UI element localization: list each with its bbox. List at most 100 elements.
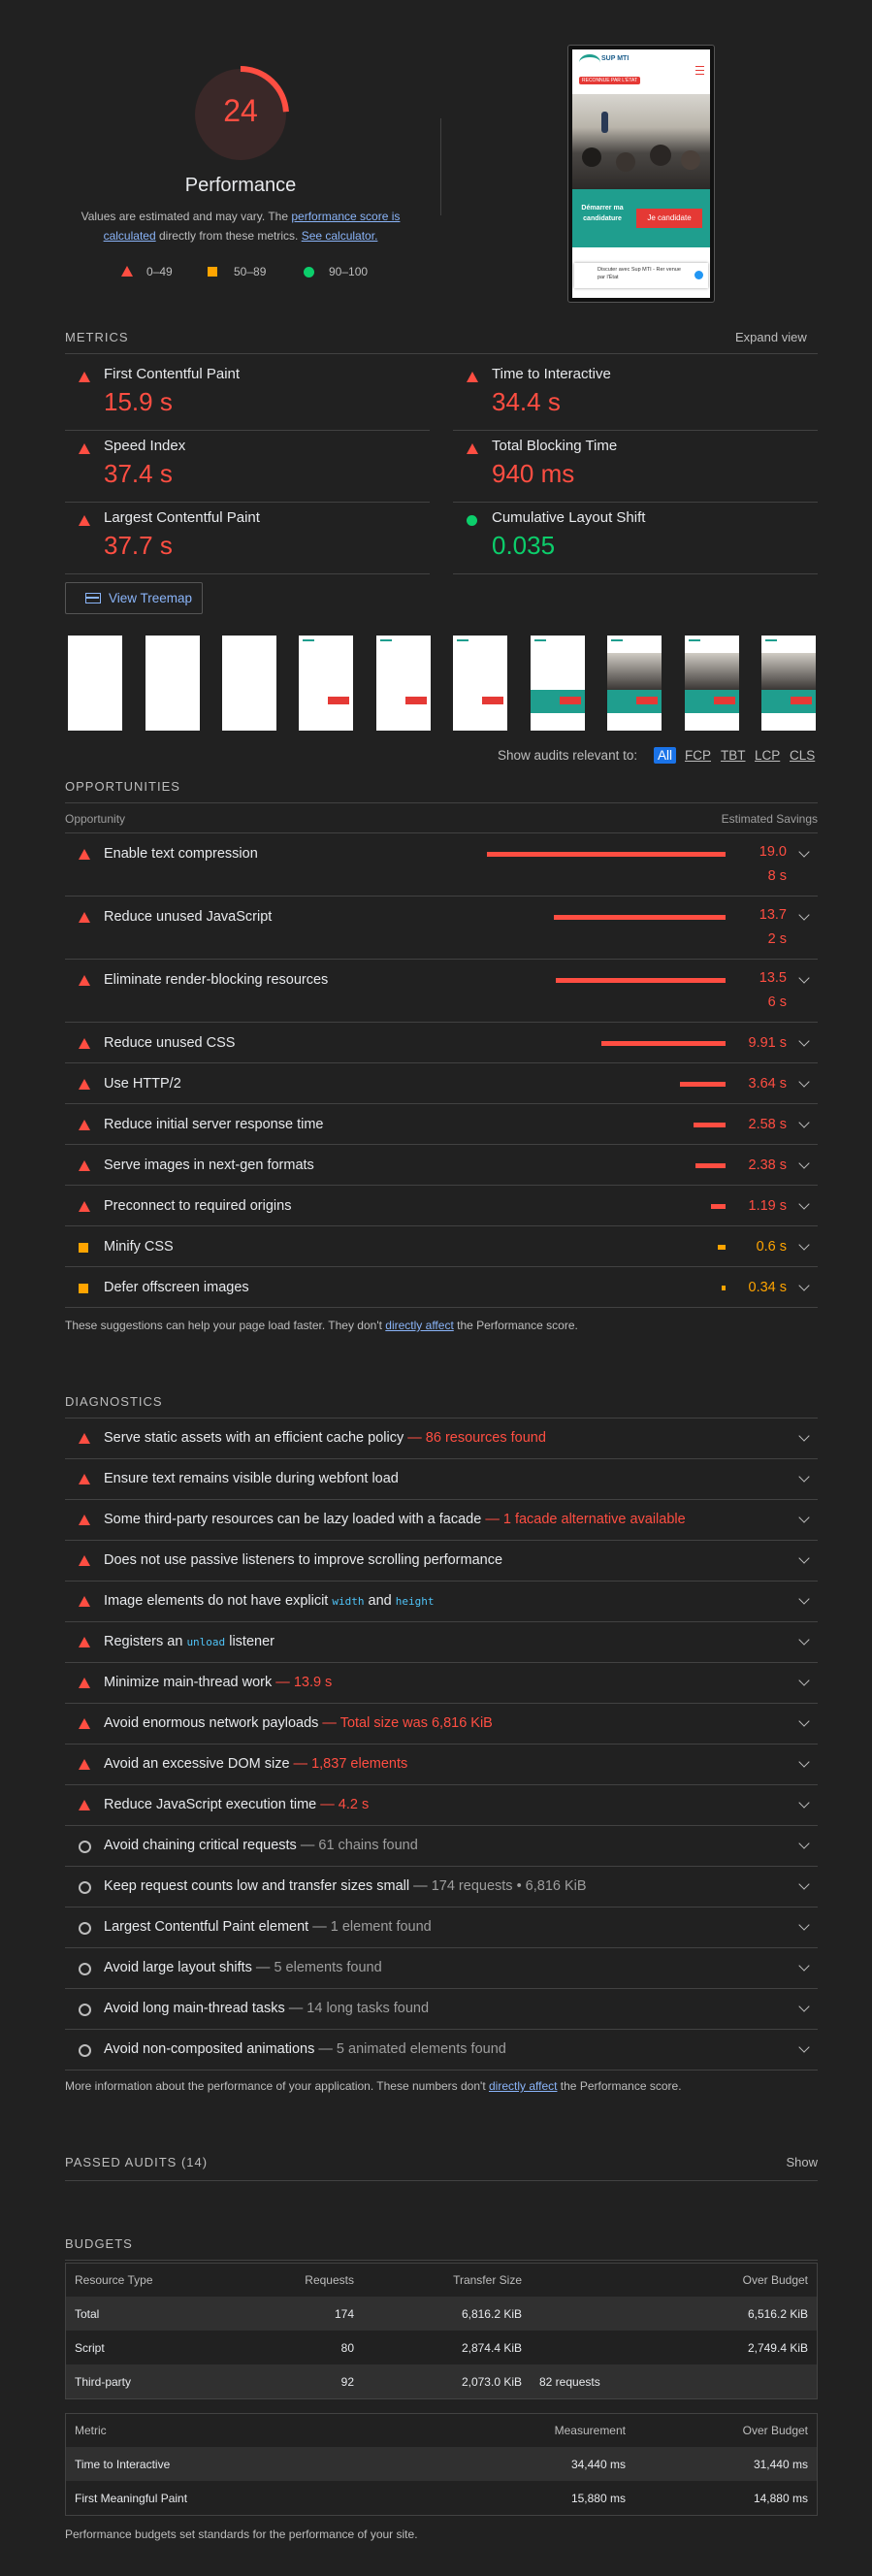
- opportunity-row[interactable]: Reduce unused CSS 9.91 s: [65, 1023, 818, 1063]
- chevron-down-icon[interactable]: [798, 1471, 810, 1483]
- diagnostic-title: Ensure text remains visible during webfo…: [104, 1471, 399, 1486]
- filter-tbt[interactable]: TBT: [721, 748, 746, 763]
- chevron-down-icon[interactable]: [798, 972, 810, 984]
- savings-bar: [680, 1082, 726, 1087]
- detail-separator: —: [308, 1919, 331, 1935]
- chevron-down-icon[interactable]: [798, 1919, 810, 1931]
- diagnostic-row[interactable]: Image elements do not have explicit widt…: [65, 1581, 818, 1622]
- chevron-down-icon[interactable]: [798, 846, 810, 858]
- chevron-down-icon[interactable]: [798, 909, 810, 921]
- opportunity-row[interactable]: Serve images in next-gen formats 2.38 s: [65, 1145, 818, 1186]
- directly-affect-link[interactable]: directly affect: [385, 1319, 453, 1332]
- chevron-down-icon[interactable]: [798, 1838, 810, 1849]
- fail-triangle-icon: [79, 1637, 90, 1647]
- chevron-down-icon[interactable]: [798, 1593, 810, 1605]
- diagnostic-title-text: Ensure text remains visible during webfo…: [104, 1471, 399, 1486]
- diagnostic-detail: 1 element found: [330, 1919, 432, 1935]
- diagnostic-title: Avoid large layout shifts — 5 elements f…: [104, 1960, 382, 1975]
- gauge-score: 24: [223, 93, 258, 128]
- see-calculator-link[interactable]: See calculator.: [302, 229, 378, 243]
- diagnostic-detail: 4.2 s: [338, 1797, 370, 1812]
- fail-triangle-icon: [79, 443, 90, 454]
- chevron-down-icon[interactable]: [798, 1878, 810, 1890]
- chevron-down-icon[interactable]: [798, 1552, 810, 1564]
- gauge-label: Performance: [184, 175, 297, 196]
- final-screenshot[interactable]: SUP MTI RECONNUE PAR L'ÉTAT Démarrer ma …: [567, 45, 715, 303]
- diagnostic-row[interactable]: Avoid chaining critical requests — 61 ch…: [65, 1826, 818, 1867]
- diagnostic-row[interactable]: Avoid non-composited animations — 5 anim…: [65, 2030, 818, 2071]
- chevron-down-icon[interactable]: [798, 2041, 810, 2053]
- opportunity-row[interactable]: Reduce unused JavaScript 13.72 s: [65, 897, 818, 960]
- filter-fcp[interactable]: FCP: [685, 748, 711, 763]
- opportunity-row[interactable]: Enable text compression 19.08 s: [65, 833, 818, 897]
- chevron-down-icon[interactable]: [798, 1430, 810, 1442]
- chevron-down-icon[interactable]: [798, 1158, 810, 1169]
- diagnostic-row[interactable]: Minimize main-thread work — 13.9 s: [65, 1663, 818, 1704]
- performance-gauge: 24: [190, 64, 291, 165]
- cta-button[interactable]: Je candidate: [636, 209, 702, 228]
- expand-view-toggle[interactable]: Expand view: [735, 330, 807, 344]
- chevron-down-icon[interactable]: [798, 1675, 810, 1686]
- diagnostic-row[interactable]: Avoid enormous network payloads — Total …: [65, 1704, 818, 1745]
- diagnostic-row[interactable]: Largest Contentful Paint element — 1 ele…: [65, 1908, 818, 1948]
- diagnostic-row[interactable]: Reduce JavaScript execution time — 4.2 s: [65, 1785, 818, 1826]
- info-circle-icon: [79, 2044, 91, 2057]
- chevron-down-icon[interactable]: [798, 2001, 810, 2012]
- column-header: Metric: [75, 2424, 107, 2437]
- view-treemap-button[interactable]: View Treemap: [65, 582, 203, 614]
- filmstrip-frame: [299, 636, 353, 731]
- diagnostic-row[interactable]: Avoid an excessive DOM size — 1,837 elem…: [65, 1745, 818, 1785]
- opportunity-row[interactable]: Reduce initial server response time 2.58 …: [65, 1104, 818, 1145]
- savings-bar: [695, 1163, 726, 1168]
- savings-value: 13.56 s: [759, 970, 787, 1010]
- legend-fail: 0–49: [146, 265, 173, 278]
- chevron-down-icon[interactable]: [798, 1715, 810, 1727]
- hero-photo: [572, 94, 710, 189]
- table-header-row: Resource Type Requests Transfer Size Ove…: [66, 2264, 818, 2298]
- chevron-down-icon[interactable]: [798, 1239, 810, 1251]
- diagnostic-row[interactable]: Some third-party resources can be lazy l…: [65, 1500, 818, 1541]
- opportunity-row[interactable]: Defer offscreen images 0.34 s: [65, 1267, 818, 1308]
- filter-all[interactable]: All: [654, 747, 677, 764]
- filter-cls[interactable]: CLS: [790, 748, 815, 763]
- metric-label: First Contentful Paint: [104, 366, 241, 382]
- diagnostic-row[interactable]: Avoid long main-thread tasks — 14 long t…: [65, 1989, 818, 2030]
- chevron-down-icon[interactable]: [798, 1076, 810, 1088]
- diagnostic-row[interactable]: Keep request counts low and transfer siz…: [65, 1867, 818, 1908]
- chevron-down-icon[interactable]: [798, 1756, 810, 1768]
- chevron-down-icon[interactable]: [798, 1960, 810, 1972]
- chevron-down-icon[interactable]: [798, 1797, 810, 1809]
- opportunity-row[interactable]: Preconnect to required origins 1.19 s: [65, 1186, 818, 1226]
- opportunity-row[interactable]: Minify CSS 0.6 s: [65, 1226, 818, 1267]
- cell-metric: First Meaningful Paint: [75, 2491, 188, 2505]
- chevron-down-icon[interactable]: [798, 1117, 810, 1128]
- cell-metric: Time to Interactive: [65, 2447, 374, 2481]
- fail-triangle-icon: [79, 1433, 90, 1444]
- diagnostic-row[interactable]: Does not use passive listeners to improv…: [65, 1541, 818, 1581]
- hamburger-menu-icon[interactable]: [695, 66, 704, 75]
- opportunity-row[interactable]: Use HTTP/2 3.64 s: [65, 1063, 818, 1104]
- chat-widget[interactable]: Discuter avec Sup MTI - Rer venue par l'…: [574, 263, 708, 288]
- performance-score-link[interactable]: performance score is: [291, 210, 400, 223]
- metric-label: Time to Interactive: [492, 366, 611, 382]
- chevron-down-icon[interactable]: [798, 1634, 810, 1646]
- column-header: Over Budget: [742, 2424, 808, 2437]
- chevron-down-icon[interactable]: [798, 1035, 810, 1047]
- legend-average: 50–89: [234, 265, 267, 278]
- passed-audits-show[interactable]: Show: [786, 2155, 818, 2169]
- performance-score-link-2[interactable]: calculated: [104, 229, 156, 243]
- diagnostic-row[interactable]: Avoid large layout shifts — 5 elements f…: [65, 1948, 818, 1989]
- filter-lcp[interactable]: LCP: [755, 748, 780, 763]
- directly-affect-link[interactable]: directly affect: [489, 2079, 557, 2093]
- chevron-down-icon[interactable]: [798, 1280, 810, 1291]
- opportunity-column-header: Opportunity: [65, 812, 126, 826]
- chevron-down-icon[interactable]: [798, 1198, 810, 1210]
- diagnostic-row[interactable]: Registers an unload listener: [65, 1622, 818, 1663]
- site-brand: SUP MTI: [601, 55, 630, 62]
- chevron-down-icon[interactable]: [798, 1512, 810, 1523]
- savings-bar: [710, 1204, 726, 1209]
- opportunity-row[interactable]: Eliminate render-blocking resources 13.56…: [65, 960, 818, 1023]
- metrics-divider: [65, 353, 818, 354]
- diagnostic-row[interactable]: Serve static assets with an efficient ca…: [65, 1418, 818, 1459]
- diagnostic-row[interactable]: Ensure text remains visible during webfo…: [65, 1459, 818, 1500]
